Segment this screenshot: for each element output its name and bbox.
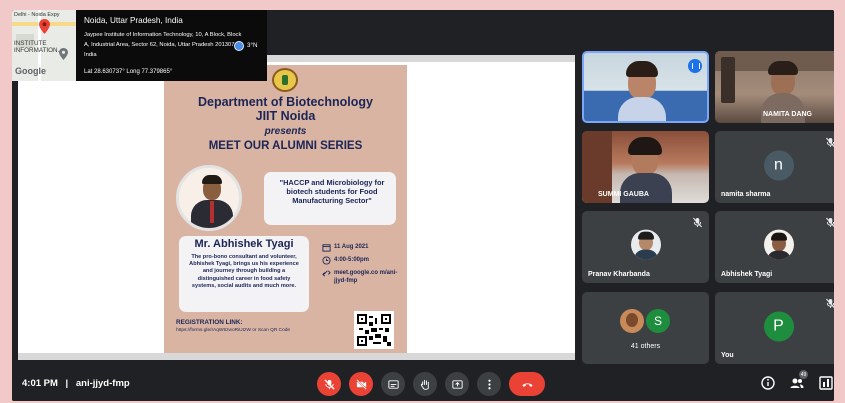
map-thumbnail: Delhi - Noida Expy INSTITUTE INFORMATION… [12, 10, 76, 81]
presentation-stage: Department of Biotechnology JIIT Noida p… [18, 55, 575, 360]
google-logo: Google [15, 66, 46, 76]
avatar [630, 229, 661, 260]
qr-code [354, 311, 394, 349]
participant-tile-self[interactable]: P You [715, 292, 834, 364]
participant-tile[interactable]: SUMMI GAUBA [582, 131, 709, 203]
hand-icon [420, 379, 429, 390]
audio-level-icon [688, 59, 702, 73]
poster-department: Department of Biotechnology JIIT Noida [197, 95, 373, 123]
link-icon [322, 270, 331, 277]
participant-tile-others[interactable]: S 41 others [582, 292, 709, 364]
avatar: n [763, 150, 794, 181]
meeting-code: ani-jjyd-fmp [75, 378, 130, 389]
participant-tile[interactable]: Abhishek Tyagi [715, 211, 834, 283]
participant-name: NAMITA DANG [763, 111, 812, 118]
meeting-details-icon[interactable] [760, 375, 776, 391]
mic-off-icon [323, 378, 335, 390]
registration-title: REGISTRATION LINK: [176, 319, 243, 326]
location-address: Jaypee Institute of Information Technolo… [84, 32, 242, 58]
avatar [620, 309, 644, 333]
participant-name: You [721, 352, 734, 359]
more-options-button[interactable] [477, 372, 501, 396]
speaker-photo [176, 165, 242, 231]
avatar: S [646, 309, 670, 333]
mic-off-icon [826, 298, 834, 309]
more-vert-icon [487, 379, 491, 389]
map-road-label: Delhi - Noida Expy [14, 12, 60, 18]
place-marker-icon [59, 48, 68, 60]
present-button[interactable] [445, 372, 469, 396]
location-city: Noida, Uttar Pradesh, India [84, 16, 183, 25]
location-overlay: Delhi - Noida Expy INSTITUTE INFORMATION… [12, 10, 267, 81]
others-count: 41 others [630, 343, 661, 350]
calendar-icon [322, 244, 331, 252]
phone-hangup-icon [521, 382, 533, 387]
event-date: 11 Aug 2021 [334, 244, 369, 250]
jiit-logo [272, 68, 298, 92]
raise-hand-button[interactable] [413, 372, 437, 396]
camera-toggle-button[interactable] [349, 372, 373, 396]
mic-off-icon [826, 137, 834, 148]
captions-icon [387, 379, 399, 389]
speaker-name: Mr. Abhishek Tyagi [194, 238, 294, 250]
clock-icon [322, 256, 331, 265]
registration-text: https://forms.gle/rAqW5zwoRiUtzW or Scan… [176, 328, 291, 333]
avatar: P [763, 311, 794, 342]
participant-name: Abhishek Tyagi [721, 271, 773, 278]
location-latlong: Lat 28.630737° Long 77.379865° [84, 69, 173, 75]
present-screen-icon [451, 379, 463, 389]
meeting-info: 4:01 PM | ani-jjyd-fmp [22, 378, 130, 389]
mic-off-icon [826, 217, 834, 228]
event-time: 4:00-5:00pm [334, 257, 370, 263]
participant-tile[interactable]: n namita sharma [715, 131, 834, 203]
mic-toggle-button[interactable] [317, 372, 341, 396]
people-count-badge: 49 [799, 370, 808, 379]
captions-button[interactable] [381, 372, 405, 396]
avatar [763, 229, 794, 260]
event-link: meet.google.co m/ani-jjyd-fmp [334, 270, 398, 284]
meeting-time: 4:01 PM [22, 378, 58, 389]
meet-window: Department of Biotechnology JIIT Noida p… [12, 10, 834, 401]
globe-icon [234, 41, 244, 51]
participant-tile[interactable]: NAMITA DANG [715, 51, 834, 123]
map-place-label: INSTITUTE INFORMATION... [14, 40, 63, 54]
participant-name: SUMMI GAUBA [598, 191, 649, 198]
event-details: 11 Aug 2021 4:00-5:00pm meet.google.co m… [322, 243, 402, 289]
camera-off-icon [355, 378, 367, 390]
participant-name: namita sharma [721, 191, 771, 198]
poster-series-title: MEET OUR ALUMNI SERIES [208, 140, 363, 152]
location-degree: 3°N [247, 42, 258, 49]
participant-name: Pranav Kharbanda [588, 271, 650, 278]
mic-off-icon [693, 217, 702, 228]
participant-tile-active-speaker[interactable] [582, 51, 709, 123]
poster-topic: "HACCP and Microbiology for biotech stud… [264, 172, 396, 225]
leave-call-button[interactable] [509, 372, 545, 396]
poster-presents: presents [264, 126, 307, 137]
activities-icon[interactable] [818, 375, 834, 391]
slide-bottom-bar [18, 353, 575, 360]
map-pin-icon [39, 19, 50, 34]
participant-tile[interactable]: Pranav Kharbanda [582, 211, 709, 283]
event-poster: Department of Biotechnology JIIT Noida p… [164, 65, 407, 354]
control-bar: 4:01 PM | ani-jjyd-fmp 49 [12, 366, 834, 401]
speaker-bio: The pro-bono consultant and volunteer, A… [189, 254, 299, 289]
